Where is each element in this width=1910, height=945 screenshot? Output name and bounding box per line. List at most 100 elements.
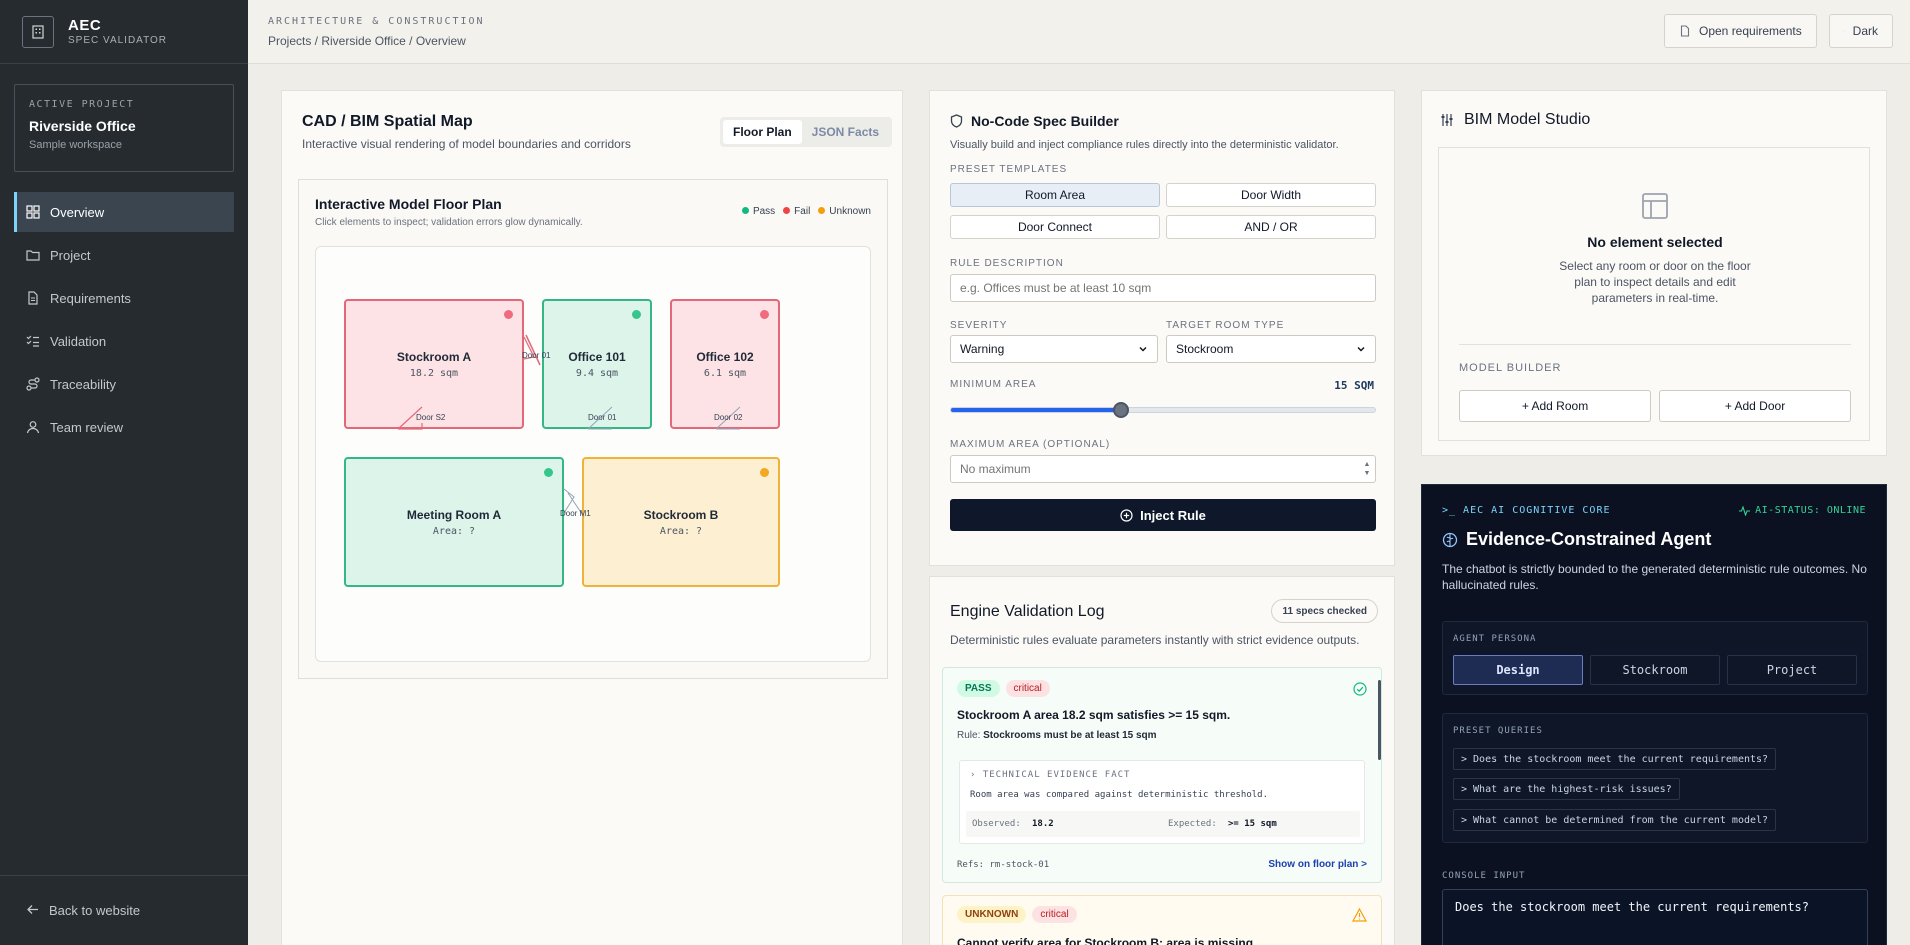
entry-badges: PASS critical — [957, 680, 1050, 697]
open-requirements-button[interactable]: Open requirements — [1664, 14, 1817, 48]
status-badge: UNKNOWN — [957, 906, 1027, 923]
door-label[interactable]: Door 01 — [522, 351, 550, 360]
legend: Pass Fail Unknown — [741, 206, 871, 217]
route-icon — [26, 377, 40, 391]
status-badge: PASS — [957, 680, 1000, 697]
entry-badges: UNKNOWN critical — [957, 906, 1077, 923]
persona-design[interactable]: Design — [1453, 655, 1583, 685]
floor-plan-canvas[interactable]: Stockroom A 18.2 sqm Office 101 9.4 sqm … — [315, 246, 871, 662]
theme-toggle-button[interactable]: Dark — [1829, 14, 1893, 48]
ai-status: AI-STATUS: ONLINE — [1739, 505, 1866, 516]
project-name: Riverside Office — [29, 118, 136, 134]
evidence-label[interactable]: › TECHNICAL EVIDENCE FACT — [970, 770, 1130, 780]
template-door-width[interactable]: Door Width — [1166, 183, 1376, 207]
sidebar-item-label: Validation — [50, 333, 107, 349]
builder-header: No-Code Spec Builder — [950, 113, 1119, 129]
folder-icon — [26, 250, 40, 261]
tab-floor-plan[interactable]: Floor Plan — [723, 120, 802, 144]
breadcrumb[interactable]: Projects / Riverside Office / Overview — [268, 34, 466, 48]
max-area-input[interactable] — [950, 455, 1376, 483]
sidebar-item-label: Traceability — [50, 376, 116, 392]
severity-badge: critical — [1005, 680, 1050, 697]
brand-title: AEC — [68, 17, 102, 34]
min-area-slider[interactable] — [950, 402, 1376, 418]
back-to-website[interactable]: Back to website — [0, 875, 248, 945]
moon-icon — [1844, 30, 1845, 32]
sidebar-item-team-review[interactable]: Team review — [14, 407, 234, 447]
door-label[interactable]: Door M1 — [560, 509, 591, 518]
sidebar-item-overview[interactable]: Overview — [14, 192, 234, 232]
preset-queries-box: PRESET QUERIES > Does the stockroom meet… — [1442, 713, 1868, 843]
scrollbar[interactable] — [1378, 680, 1381, 760]
door-label[interactable]: Door S2 — [416, 413, 445, 422]
log-entry-pass[interactable]: PASS critical Stockroom A area 18.2 sqm … — [942, 667, 1382, 883]
log-entry-unknown[interactable]: UNKNOWN critical Cannot verify area for … — [942, 895, 1382, 945]
sidebar-item-label: Overview — [50, 204, 105, 220]
template-door-connect[interactable]: Door Connect — [950, 215, 1160, 239]
add-room-button[interactable]: + Add Room — [1459, 390, 1651, 422]
legend-pass: Pass — [741, 206, 775, 217]
divider — [1459, 344, 1851, 345]
template-room-area[interactable]: Room Area — [950, 183, 1160, 207]
empty-state-text: Select any room or door on the floor pla… — [1559, 259, 1751, 305]
persona-project[interactable]: Project — [1727, 655, 1857, 685]
door-swings — [397, 334, 741, 518]
observed-value: 18.2 — [1032, 819, 1054, 829]
model-builder-label: MODEL BUILDER — [1459, 362, 1562, 374]
checklist-icon — [26, 335, 39, 347]
preset-query-1[interactable]: > Does the stockroom meet the current re… — [1453, 748, 1777, 770]
sidebar-item-traceability[interactable]: Traceability — [14, 364, 234, 404]
persona-stockroom[interactable]: Stockroom — [1590, 655, 1720, 685]
warning-icon — [1352, 908, 1367, 922]
slider-thumb[interactable] — [1112, 402, 1129, 418]
view-tabs: Floor Plan JSON Facts — [720, 117, 893, 147]
brand[interactable]: AEC SPEC VALIDATOR — [0, 0, 248, 64]
preset-query-2[interactable]: > What are the highest-risk issues? — [1453, 778, 1680, 800]
expected-value: >= 15 sqm — [1228, 819, 1277, 829]
validation-log-panel: Engine Validation Log 11 specs checked D… — [929, 576, 1395, 945]
preset-query-3[interactable]: > What cannot be determined from the cur… — [1453, 809, 1777, 831]
specs-count-badge: 11 specs checked — [1271, 599, 1378, 623]
sidebar-item-requirements[interactable]: Requirements — [14, 278, 234, 318]
chevron-down-icon — [1357, 347, 1365, 352]
tab-json-facts[interactable]: JSON Facts — [802, 120, 889, 144]
show-on-floor-plan-link[interactable]: Show on floor plan > — [1268, 859, 1367, 870]
entry-refs: Refs: rm-stock-01 — [957, 860, 1050, 870]
sidebar-item-validation[interactable]: Validation — [14, 321, 234, 361]
agent-panel: >_ AEC AI COGNITIVE CORE AI-STATUS: ONLI… — [1421, 484, 1887, 945]
spatial-title: CAD / BIM Spatial Map — [302, 113, 473, 130]
builder-title: No-Code Spec Builder — [971, 113, 1119, 129]
door-label[interactable]: Door 02 — [714, 413, 742, 422]
console-input[interactable]: Does the stockroom meet the current requ… — [1442, 889, 1868, 945]
agent-header: Evidence-Constrained Agent — [1442, 529, 1711, 550]
active-project-card[interactable]: ACTIVE PROJECT Riverside Office Sample w… — [14, 84, 234, 172]
sidebar-item-project[interactable]: Project — [14, 235, 234, 275]
door-label[interactable]: Door 01 — [588, 413, 616, 422]
persona-label: AGENT PERSONA — [1453, 634, 1537, 644]
queries-label: PRESET QUERIES — [1453, 726, 1543, 736]
agent-desc: The chatbot is strictly bounded to the g… — [1442, 562, 1867, 592]
floor-plan-card: Interactive Model Floor Plan Click eleme… — [298, 179, 888, 679]
theme-label: Dark — [1852, 24, 1878, 38]
templates-label: PRESET TEMPLATES — [950, 164, 1068, 175]
stepper-icon[interactable]: ▲ ▼ — [1362, 460, 1372, 478]
legend-unknown: Unknown — [818, 206, 871, 217]
project-kicker: ACTIVE PROJECT — [29, 99, 135, 110]
document-icon — [1680, 25, 1690, 37]
brand-subtitle: SPEC VALIDATOR — [68, 35, 168, 46]
persona-box: AGENT PERSONA Design Stockroom Project — [1442, 621, 1868, 695]
log-subtitle: Deterministic rules evaluate parameters … — [950, 633, 1360, 647]
sidebar-nav: Overview Project Requirements Validation… — [14, 192, 234, 447]
inject-rule-button[interactable]: Inject Rule — [950, 499, 1376, 531]
entry-title: Stockroom A area 18.2 sqm satisfies >= 1… — [957, 708, 1231, 722]
grid-icon — [26, 205, 40, 219]
target-room-select[interactable]: Stockroom — [1166, 335, 1376, 363]
add-door-button[interactable]: + Add Door — [1659, 390, 1851, 422]
shield-icon — [950, 114, 963, 128]
arrow-left-icon — [26, 903, 39, 919]
severity-select[interactable]: Warning — [950, 335, 1158, 363]
rule-description-input[interactable] — [950, 274, 1376, 302]
inject-rule-label: Inject Rule — [1140, 507, 1206, 523]
sidebar-item-label: Requirements — [50, 290, 131, 306]
template-and-or[interactable]: AND / OR — [1166, 215, 1376, 239]
